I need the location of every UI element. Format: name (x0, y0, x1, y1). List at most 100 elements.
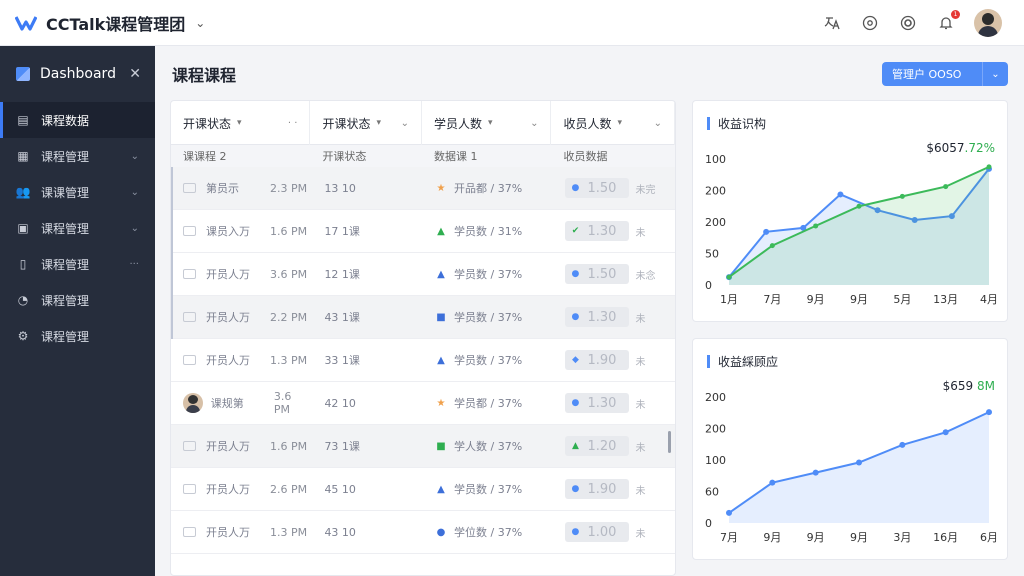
manage-button[interactable]: 管理户 OOSO ⌄ (882, 62, 1008, 86)
translate-icon[interactable] (822, 13, 842, 33)
x-tick-label: 13月 (933, 293, 958, 306)
sidebar-item-6[interactable]: ⚙ 课程管理 (0, 318, 155, 354)
notification-badge: 1 (951, 10, 960, 19)
table-row[interactable]: 第员示 2.3 PM 13 10 ★ 开品都 / 37% ● 1.50 未完 (171, 167, 675, 210)
table-row[interactable]: 开员人万 2.6 PM 45 10 ▲ 学员数 / 37% ● 1.90 未 (171, 468, 675, 511)
pill-value: 1.30 (587, 309, 617, 325)
app-logo-icon[interactable] (14, 11, 38, 35)
mail-icon (183, 183, 196, 193)
value-pill[interactable]: ◆ 1.90 (565, 350, 630, 370)
pill-icon: ● (571, 398, 580, 408)
value-pill[interactable]: ● 1.50 (565, 178, 630, 198)
pill-value: 1.30 (587, 223, 617, 239)
pill-icon: ● (571, 183, 580, 193)
value-pill[interactable]: ● 1.30 (565, 393, 630, 413)
column-header-3[interactable]: 收员人数 ▾ ⌄ (551, 101, 675, 145)
data-point (813, 223, 819, 229)
value-pill[interactable]: ▲ 1.20 (565, 436, 630, 456)
scrollbar[interactable] (668, 431, 671, 453)
data-point (899, 193, 905, 199)
value-pill[interactable]: ● 1.90 (565, 479, 630, 499)
status-icon: ★ (436, 397, 446, 409)
value-pill[interactable]: ● 1.50 (565, 264, 630, 284)
gear-icon: ⚙ (17, 329, 29, 343)
sort-icon[interactable]: ⌄ (401, 118, 409, 129)
dashboard-icon (16, 67, 30, 81)
data-point (899, 441, 906, 448)
chevron-down-icon[interactable]: ··· (129, 259, 139, 270)
row-count: 42 10 (324, 396, 356, 410)
y-tick-label: 60 (705, 486, 719, 499)
sidebar-item-4[interactable]: ▯ 课程管理 ··· (0, 246, 155, 282)
pill-value: 1.90 (587, 481, 617, 497)
status-icon: ▲ (437, 268, 445, 280)
sort-icon[interactable]: ⌄ (530, 118, 538, 129)
y-tick-label: 0 (705, 517, 712, 530)
sidebar-header[interactable]: Dashboard ✕ (0, 46, 155, 102)
manage-button-label: 管理户 OOSO (892, 68, 962, 81)
sidebar-item-1[interactable]: ▦ 课程管理 ⌄ (0, 138, 155, 174)
sidebar-item-0[interactable]: ▤ 课程数据 (0, 102, 155, 138)
dropdown-icon[interactable]: ▾ (488, 118, 493, 128)
chevron-down-icon[interactable]: ⌄ (982, 62, 1008, 86)
status-icon: ★ (436, 182, 446, 194)
chevron-down-icon[interactable]: ⌄ (131, 187, 139, 198)
table-row[interactable]: 开员人万 2.2 PM 43 1课 ■ 学员数 / 37% ● 1.30 未 (171, 296, 675, 339)
value-pill[interactable]: ● 1.30 (565, 307, 630, 327)
column-header-label: 收员人数 (563, 116, 612, 131)
clock-icon[interactable] (860, 13, 880, 33)
settings-icon[interactable] (898, 13, 918, 33)
data-point (812, 469, 819, 476)
row-count: 43 1课 (324, 311, 360, 324)
row-count: 13 10 (324, 181, 356, 195)
page-title: 课程课程 (172, 66, 237, 85)
sidebar-item-5[interactable]: ◔ 课程管理 (0, 282, 155, 318)
user-avatar[interactable] (974, 9, 1002, 37)
value-pill[interactable]: ● 1.00 (565, 522, 630, 542)
x-tick-label: 1月 (720, 293, 738, 306)
row-name: 开员人万 (206, 483, 250, 496)
table-row[interactable]: 开员人万 1.3 PM 33 1课 ▲ 学员数 / 37% ◆ 1.90 未 (171, 339, 675, 382)
subheader-cell: 收员数据 (563, 150, 608, 163)
sidebar-item-2[interactable]: 👥 课课管理 ⌄ (0, 174, 155, 210)
column-header-1[interactable]: 开课状态 ▾ ⌄ (310, 101, 422, 145)
dropdown-icon[interactable]: ▾ (618, 118, 623, 128)
sort-icon[interactable]: ⌄ (654, 118, 662, 129)
value-pill[interactable]: ✔ 1.30 (565, 221, 630, 241)
table-row[interactable]: 课规第 3.6 PM 42 10 ★ 学员都 / 37% ● 1.30 未 (171, 382, 675, 425)
row-tag: 未 (635, 485, 646, 497)
row-time: 2.6 PM (270, 482, 308, 496)
sidebar-item-label: 课程管理 (41, 329, 90, 344)
pill-icon: ● (571, 312, 580, 322)
sort-icon[interactable]: · · (288, 118, 298, 129)
row-time: 2.3 PM (270, 181, 308, 195)
table-row[interactable]: 开员人万 1.3 PM 43 10 ● 学位数 / 37% ● 1.00 未 (171, 511, 675, 554)
bell-icon[interactable]: 1 (936, 10, 960, 33)
chevron-down-icon[interactable]: ⌄ (131, 151, 139, 162)
dropdown-icon[interactable]: ▾ (376, 118, 381, 128)
sidebar-item-3[interactable]: ▣ 课程管理 ⌄ (0, 210, 155, 246)
x-tick-label: 6月 (980, 531, 998, 544)
data-point (856, 459, 862, 466)
row-tag: 未 (635, 442, 646, 454)
table-header: 开课状态 ▾ · · 开课状态 ▾ ⌄ 学员人数 ▾ ⌄ 收员人数 ▾ ⌄ (171, 101, 675, 145)
row-count: 73 1课 (324, 440, 360, 453)
data-point (942, 429, 949, 436)
table-row[interactable]: 开员人万 1.6 PM 73 1课 ■ 学人数 / 37% ▲ 1.20 未 (171, 425, 675, 468)
row-stat: 学员数 / 37% (454, 483, 523, 496)
y-tick-label: 100 (705, 153, 726, 166)
y-tick-label: 100 (705, 454, 726, 467)
chevron-down-icon[interactable]: ⌄ (131, 223, 139, 234)
column-header-0[interactable]: 开课状态 ▾ · · (171, 101, 311, 145)
users-icon: 👥 (15, 185, 31, 199)
close-icon[interactable]: ✕ (129, 66, 141, 82)
column-header-2[interactable]: 学员人数 ▾ ⌄ (422, 101, 552, 145)
mail-icon (183, 441, 196, 451)
table-row[interactable]: 课员入万 1.6 PM 17 1课 ▲ 学员数 / 31% ✔ 1.30 未 (171, 210, 675, 253)
row-tag: 未完 (635, 184, 656, 196)
dropdown-icon[interactable]: ▾ (237, 118, 242, 128)
row-time: 2.2 PM (270, 310, 308, 324)
chevron-down-icon[interactable]: ⌄ (195, 16, 205, 30)
data-point (769, 479, 776, 486)
table-row[interactable]: 开员人万 3.6 PM 12 1课 ▲ 学员数 / 37% ● 1.50 未念 (171, 253, 675, 296)
